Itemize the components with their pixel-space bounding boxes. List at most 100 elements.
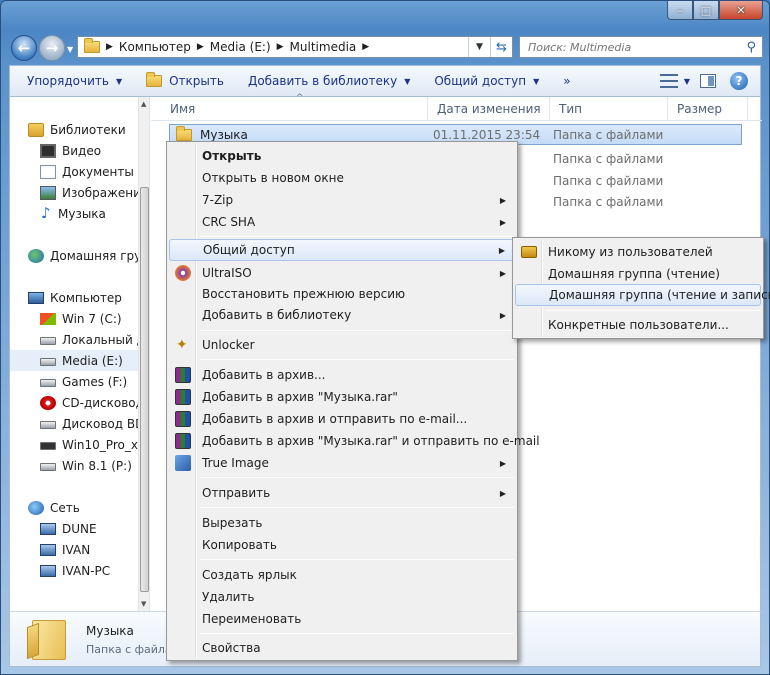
add-to-library-button[interactable]: Добавить в библиотеку ▼ xyxy=(236,66,422,96)
more-label: » xyxy=(563,74,571,88)
search-input[interactable] xyxy=(528,40,728,54)
minimize-button[interactable]: – xyxy=(667,1,693,20)
menu-add-to-library[interactable]: Добавить в библиотеку ▶ xyxy=(169,304,515,326)
menu-separator xyxy=(200,359,514,360)
menu-label: Свойства xyxy=(202,641,261,655)
nav-video[interactable]: Видео xyxy=(40,140,101,161)
images-icon xyxy=(40,185,56,200)
breadcrumb-arrow-icon[interactable]: ▶ xyxy=(106,42,113,52)
nav-network-item[interactable]: IVAN xyxy=(40,539,90,560)
menu-restore-previous[interactable]: Восстановить прежнюю версию xyxy=(169,283,515,305)
menu-create-shortcut[interactable]: Создать ярлык xyxy=(169,564,515,586)
scrollbar-thumb[interactable] xyxy=(140,187,149,592)
nav-libraries[interactable]: Библиотеки xyxy=(28,119,126,140)
nav-drive[interactable]: Win 8.1 (P:) xyxy=(40,455,132,476)
change-view-icon[interactable] xyxy=(659,74,678,88)
breadcrumb-multimedia[interactable]: Multimedia xyxy=(290,40,357,54)
search-box[interactable]: ⚲ xyxy=(519,36,763,58)
nav-label: Видео xyxy=(62,143,102,158)
share-button[interactable]: Общий доступ ▼ xyxy=(422,66,551,96)
breadcrumb-arrow-icon[interactable]: ▶ xyxy=(362,42,369,52)
nav-computer[interactable]: Компьютер xyxy=(28,287,122,308)
bd-drive-icon xyxy=(40,421,56,429)
menu-label: Общий доступ xyxy=(203,243,295,257)
ultraiso-icon xyxy=(175,265,191,281)
menu-rename[interactable]: Переименовать xyxy=(169,608,515,630)
scroll-down-icon[interactable]: ▼ xyxy=(141,600,146,608)
breadcrumb-media[interactable]: Media (E:) xyxy=(210,40,271,54)
maximize-button[interactable]: □ xyxy=(693,1,719,20)
organize-button[interactable]: Упорядочить ▼ xyxy=(10,66,134,96)
nav-drive-selected[interactable]: Media (E:) xyxy=(10,350,149,371)
menu-delete[interactable]: Удалить xyxy=(169,586,515,608)
close-button[interactable]: ✕ xyxy=(719,1,763,20)
menu-7zip[interactable]: 7-Zip ▶ xyxy=(169,189,515,211)
libraries-icon xyxy=(28,122,44,137)
column-type[interactable]: Тип xyxy=(550,97,668,121)
refresh-icon[interactable]: ⇆ xyxy=(490,37,512,57)
column-name[interactable]: Имя xyxy=(161,97,428,121)
nav-drive[interactable]: Win10_Pro_x8 xyxy=(40,434,146,455)
menu-add-archive-named[interactable]: Добавить в архив "Музыка.rar" xyxy=(169,386,515,408)
more-commands-button[interactable]: » xyxy=(551,66,582,96)
view-options-chevron-icon[interactable]: ▼ xyxy=(684,77,690,86)
nav-music[interactable]: Музыка xyxy=(40,203,106,224)
menu-open[interactable]: Открыть xyxy=(169,145,515,167)
search-icon[interactable]: ⚲ xyxy=(746,40,756,55)
menu-add-archive-email[interactable]: Добавить в архив и отправить по e-mail..… xyxy=(169,408,515,430)
column-date[interactable]: Дата изменения xyxy=(428,97,550,121)
address-bar[interactable]: ▶ Компьютер ▶ Media (E:) ▶ Multimedia ▶ … xyxy=(77,36,513,58)
nav-drive[interactable]: Games (F:) xyxy=(40,371,127,392)
true-image-icon xyxy=(175,455,191,471)
nav-network-item[interactable]: DUNE xyxy=(40,518,97,539)
winrar-icon xyxy=(175,389,191,405)
breadcrumb-computer[interactable]: Компьютер xyxy=(119,40,191,54)
menu-crc-sha[interactable]: CRC SHA ▶ xyxy=(169,211,515,233)
help-icon[interactable]: ? xyxy=(730,72,748,90)
submenu-homegroup-read[interactable]: Домашняя группа (чтение) xyxy=(515,263,761,285)
menu-open-new-window[interactable]: Открыть в новом окне xyxy=(169,167,515,189)
menu-share[interactable]: Общий доступ ▶ xyxy=(169,239,515,261)
breadcrumb-arrow-icon[interactable]: ▶ xyxy=(277,42,284,52)
nav-drive[interactable]: Локальный ди xyxy=(40,329,149,350)
computer-icon xyxy=(28,291,44,304)
menu-unlocker[interactable]: ✦ Unlocker xyxy=(169,334,515,356)
nav-images[interactable]: Изображения xyxy=(40,182,148,203)
menu-copy[interactable]: Копировать xyxy=(169,534,515,556)
nav-network[interactable]: Сеть xyxy=(28,497,80,518)
nav-network-item[interactable]: IVAN-PC xyxy=(40,560,110,581)
menu-true-image[interactable]: True Image ▶ xyxy=(169,452,515,474)
menu-send-to[interactable]: Отправить ▶ xyxy=(169,482,515,504)
open-folder-icon xyxy=(146,72,163,87)
back-button[interactable]: ← xyxy=(11,35,37,61)
menu-label: Домашняя группа (чтение) xyxy=(548,267,720,281)
nav-drive[interactable]: CD-дисковод xyxy=(40,392,144,413)
open-button[interactable]: Открыть xyxy=(134,66,236,96)
preview-pane-icon[interactable] xyxy=(700,74,716,88)
menu-add-archive-named-email[interactable]: Добавить в архив "Музыка.rar" и отправит… xyxy=(169,430,540,452)
context-menu: Открыть Открыть в новом окне 7-Zip ▶ CRC … xyxy=(166,141,540,661)
submenu-nobody[interactable]: Никому из пользователей xyxy=(515,241,761,263)
documents-icon xyxy=(40,164,56,179)
menu-ultraiso[interactable]: UltraISO ▶ xyxy=(169,262,515,284)
menu-add-archive[interactable]: Добавить в архив... xyxy=(169,364,515,386)
nav-drive[interactable]: Win 7 (C:) xyxy=(40,308,122,329)
submenu-homegroup-readwrite[interactable]: Домашняя группа (чтение и запись) xyxy=(515,284,770,306)
nav-scrollbar[interactable]: ▲ ▼ xyxy=(138,97,149,611)
winrar-icon xyxy=(175,433,191,449)
music-icon xyxy=(40,204,52,222)
submenu-specific-users[interactable]: Конкретные пользователи... xyxy=(515,314,761,336)
nav-drive[interactable]: Дисковод BD- xyxy=(40,413,149,434)
address-history-dropdown[interactable]: ▼ xyxy=(468,37,490,57)
menu-properties[interactable]: Свойства xyxy=(169,637,515,659)
nav-homegroup[interactable]: Домашняя групп xyxy=(28,245,149,266)
nav-documents[interactable]: Документы xyxy=(40,161,134,182)
forward-button[interactable]: → xyxy=(39,35,65,61)
file-date: 01.11.2015 23:54 xyxy=(433,127,541,142)
menu-cut[interactable]: Вырезать xyxy=(169,512,515,534)
column-size[interactable]: Размер xyxy=(668,97,748,121)
breadcrumb-arrow-icon[interactable]: ▶ xyxy=(197,42,204,52)
menu-label: Никому из пользователей xyxy=(548,245,713,259)
scroll-up-icon[interactable]: ▲ xyxy=(141,100,146,108)
recent-pages-dropdown[interactable]: ▼ xyxy=(67,45,73,54)
